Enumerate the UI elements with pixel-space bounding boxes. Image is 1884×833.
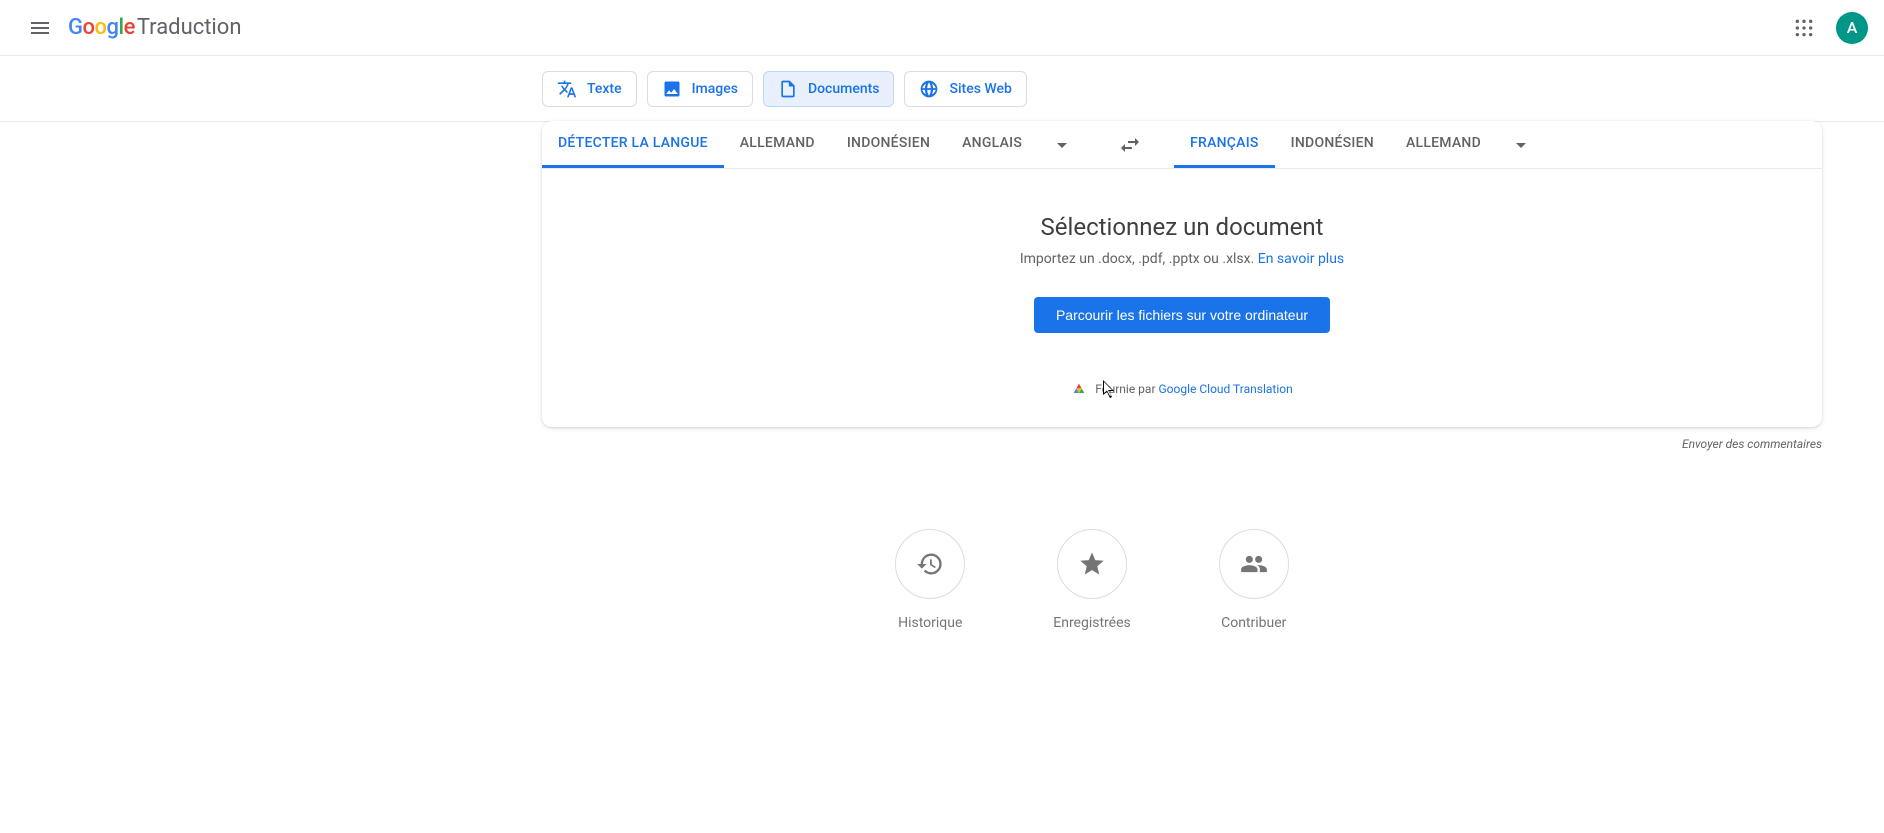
swap-icon (1118, 133, 1142, 157)
saved-button[interactable]: Enregistrées (1053, 529, 1131, 631)
doc-title: Sélectionnez un document (582, 213, 1782, 241)
mode-tab-text-label: Texte (587, 81, 622, 97)
account-avatar[interactable]: A (1836, 12, 1868, 44)
target-lang-2[interactable]: INDONÉSIEN (1275, 121, 1390, 168)
google-apps-button[interactable] (1780, 4, 1828, 52)
doc-subtitle: Importez un .docx, .pdf, .pptx ou .xlsx.… (582, 251, 1782, 267)
contribute-label: Contribuer (1221, 615, 1286, 631)
document-icon (778, 79, 798, 99)
mode-tab-websites[interactable]: Sites Web (904, 71, 1026, 107)
translate-text-icon (557, 79, 577, 99)
language-bar: DÉTECTER LA LANGUE ALLEMAND INDONÉSIEN A… (542, 121, 1822, 169)
quick-actions: Historique Enregistrées Contribuer (542, 529, 1642, 631)
target-language-group: FRANÇAIS INDONÉSIEN ALLEMAND (1174, 121, 1545, 168)
source-lang-1[interactable]: ALLEMAND (724, 121, 831, 168)
learn-more-link[interactable]: En savoir plus (1258, 251, 1344, 267)
chevron-down-icon (1509, 133, 1533, 157)
google-logo[interactable]: Google Traduction (68, 15, 241, 40)
document-drop-area[interactable]: Sélectionnez un document Importez un .do… (542, 169, 1822, 427)
source-language-group: DÉTECTER LA LANGUE ALLEMAND INDONÉSIEN A… (542, 121, 1086, 168)
target-lang-1[interactable]: FRANÇAIS (1174, 121, 1275, 168)
app-header: Google Traduction A (0, 0, 1884, 56)
target-lang-more-button[interactable] (1497, 121, 1545, 168)
saved-label: Enregistrées (1053, 615, 1131, 631)
history-label: Historique (898, 615, 962, 631)
browse-files-button[interactable]: Parcourir les fichiers sur votre ordinat… (1034, 297, 1330, 333)
globe-icon (919, 79, 939, 99)
history-icon (916, 550, 944, 578)
mode-tab-documents-label: Documents (808, 81, 880, 97)
mode-tab-images-label: Images (692, 81, 738, 97)
source-lang-detect[interactable]: DÉTECTER LA LANGUE (542, 121, 724, 168)
swap-languages-button[interactable] (1106, 121, 1154, 168)
source-lang-3[interactable]: ANGLAIS (946, 121, 1038, 168)
cloud-translation-link[interactable]: Google Cloud Translation (1159, 382, 1293, 396)
product-name: Traduction (137, 15, 242, 40)
source-lang-more-button[interactable] (1038, 121, 1086, 168)
mode-strip: Texte Images Documents Sites Web (0, 56, 1884, 122)
main-menu-button[interactable] (16, 4, 64, 52)
mode-tab-websites-label: Sites Web (949, 81, 1011, 97)
send-feedback-link[interactable]: Envoyer des commentaires (542, 437, 1822, 451)
target-lang-3[interactable]: ALLEMAND (1390, 121, 1497, 168)
star-icon (1078, 550, 1106, 578)
powered-by: Fournie par Google Cloud Translation (582, 381, 1782, 397)
chevron-down-icon (1050, 133, 1074, 157)
google-cloud-icon (1071, 381, 1087, 397)
translation-card: DÉTECTER LA LANGUE ALLEMAND INDONÉSIEN A… (542, 121, 1822, 427)
mode-tab-text[interactable]: Texte (542, 71, 637, 107)
mode-tab-images[interactable]: Images (647, 71, 753, 107)
people-icon (1240, 550, 1268, 578)
mode-tab-documents[interactable]: Documents (763, 71, 895, 107)
source-lang-2[interactable]: INDONÉSIEN (831, 121, 946, 168)
contribute-button[interactable]: Contribuer (1219, 529, 1289, 631)
image-icon (662, 79, 682, 99)
history-button[interactable]: Historique (895, 529, 965, 631)
